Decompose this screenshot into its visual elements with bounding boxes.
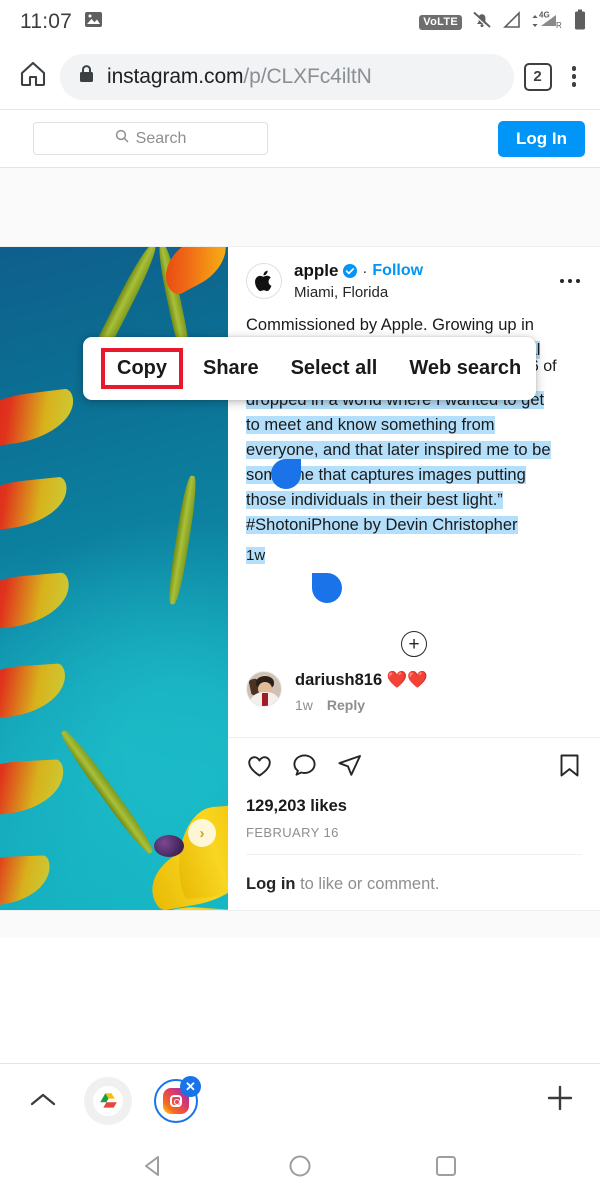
post-actions: 129,203 likes FEBRUARY 16 Log in to like… bbox=[228, 737, 600, 910]
comment-text-row: dariush816 ❤️❤️ bbox=[295, 671, 428, 690]
follow-button[interactable]: Follow bbox=[372, 262, 423, 280]
app-shortcut-drive[interactable] bbox=[84, 1076, 132, 1125]
status-bar-left: 11:07 bbox=[20, 10, 103, 34]
address-bar[interactable]: instagram.com/p/CLXFc4iltN bbox=[60, 53, 514, 100]
svg-text:4G: 4G bbox=[539, 10, 550, 19]
caption-line: to meet and know something from bbox=[246, 413, 582, 438]
login-prompt: Log in to like or comment. bbox=[246, 854, 582, 910]
login-prompt-link[interactable]: Log in bbox=[246, 875, 295, 893]
login-button[interactable]: Log In bbox=[498, 120, 585, 157]
context-menu-item-share[interactable]: Share bbox=[187, 348, 275, 389]
image-icon bbox=[84, 11, 103, 33]
page-body: › apple · Follow Miami, Florida Commissi… bbox=[0, 168, 600, 938]
address-bar-url: instagram.com/p/CLXFc4iltN bbox=[107, 65, 372, 89]
share-paperplane-icon[interactable] bbox=[336, 752, 363, 784]
url-path: /p/CLXFc4iltN bbox=[243, 64, 372, 88]
post-date: FEBRUARY 16 bbox=[246, 825, 339, 840]
context-menu-item-web-search[interactable]: Web search bbox=[393, 348, 537, 389]
search-placeholder: Search bbox=[135, 129, 187, 147]
signal-triangle-icon bbox=[502, 10, 522, 34]
context-menu-item-copy[interactable]: Copy bbox=[101, 348, 183, 389]
recents-square-icon[interactable] bbox=[433, 1153, 459, 1184]
browser-bottom-bar: ✕ bbox=[0, 1063, 600, 1137]
comment-meta: 1w Reply bbox=[295, 697, 428, 713]
home-icon[interactable] bbox=[16, 57, 50, 96]
search-input[interactable]: Search bbox=[33, 122, 268, 155]
comment-time: 1w bbox=[295, 697, 313, 713]
next-slide-button[interactable]: › bbox=[188, 819, 216, 847]
comment-body: dariush816 ❤️❤️ 1w Reply bbox=[295, 671, 428, 713]
comment-row: dariush816 ❤️❤️ 1w Reply bbox=[228, 657, 600, 723]
google-drive-icon bbox=[93, 1085, 123, 1116]
battery-icon bbox=[574, 9, 586, 36]
plus-circle-icon[interactable]: + bbox=[401, 631, 427, 657]
comment-bubble-icon[interactable] bbox=[291, 752, 318, 784]
url-domain: instagram.com bbox=[107, 64, 244, 88]
phone-screen: 11:07 VoLTE 4G R instagram.com/p/CLXFc4i… bbox=[0, 0, 600, 1200]
instagram-top-nav: Search Log In bbox=[0, 110, 600, 168]
caption-line: those individuals in their best light.” bbox=[246, 488, 582, 513]
verified-badge-icon bbox=[343, 264, 358, 278]
back-triangle-icon[interactable] bbox=[141, 1153, 167, 1184]
app-shortcut-instagram[interactable]: ✕ bbox=[154, 1075, 201, 1123]
action-icon-row bbox=[246, 752, 582, 784]
caption-line-text: to meet and know something from bbox=[246, 416, 495, 434]
caption-partial-top: Commissioned by Apple. Growing up in bbox=[246, 316, 534, 334]
more-options-icon[interactable] bbox=[556, 271, 585, 292]
chevron-up-icon[interactable] bbox=[24, 1087, 62, 1115]
lock-icon bbox=[78, 64, 95, 89]
svg-text:R: R bbox=[556, 21, 562, 30]
status-time: 11:07 bbox=[20, 10, 72, 33]
page-top-gap bbox=[0, 168, 600, 246]
mobile-data-4g-icon: 4G R bbox=[531, 10, 565, 35]
volte-badge: VoLTE bbox=[419, 14, 462, 30]
browser-toolbar: instagram.com/p/CLXFc4iltN 2 bbox=[0, 44, 600, 110]
home-circle-icon[interactable] bbox=[287, 1153, 313, 1184]
status-bar: 11:07 VoLTE 4G R bbox=[0, 0, 600, 44]
caption-timestamp-text: 1w bbox=[246, 547, 266, 564]
header-separator: · bbox=[362, 262, 368, 280]
status-bar-right: VoLTE 4G R bbox=[419, 9, 586, 36]
search-icon bbox=[115, 129, 129, 148]
caption-line-text: those individuals in their best light.” bbox=[246, 491, 503, 509]
android-navigation-bar bbox=[0, 1137, 600, 1200]
caption-timestamp: 1w bbox=[246, 547, 582, 564]
tab-counter-button[interactable]: 2 bbox=[523, 62, 552, 91]
comment-reply-button[interactable]: Reply bbox=[327, 697, 365, 713]
bell-muted-icon bbox=[471, 9, 493, 36]
commenter-avatar[interactable] bbox=[246, 671, 282, 707]
caption-line-text: everyone, and that later inspired me to … bbox=[246, 441, 551, 459]
bookmark-icon[interactable] bbox=[557, 752, 582, 784]
context-menu-item-select-all[interactable]: Select all bbox=[275, 348, 394, 389]
plus-icon[interactable] bbox=[544, 1082, 576, 1120]
post-location[interactable]: Miami, Florida bbox=[294, 284, 423, 301]
post-username[interactable]: apple bbox=[294, 261, 338, 281]
close-icon[interactable]: ✕ bbox=[180, 1075, 201, 1097]
likes-count: 129,203 likes bbox=[246, 797, 347, 815]
post-header-row: apple · Follow bbox=[294, 261, 423, 281]
selection-handle-end[interactable] bbox=[312, 573, 342, 603]
heart-icon[interactable] bbox=[246, 752, 273, 784]
post-header-text: apple · Follow Miami, Florida bbox=[294, 261, 423, 301]
apple-logo-avatar[interactable] bbox=[246, 263, 282, 299]
text-selection-context-menu: Copy Share Select all Web search bbox=[83, 337, 536, 400]
post-header: apple · Follow Miami, Florida bbox=[228, 247, 600, 313]
login-prompt-rest: to like or comment. bbox=[295, 875, 440, 893]
caption-line: #ShotoniPhone by Devin Christopher bbox=[246, 513, 582, 538]
caption-line-text: #ShotoniPhone by Devin Christopher bbox=[246, 516, 518, 534]
comment-text: ❤️❤️ bbox=[386, 671, 428, 689]
comment-username[interactable]: dariush816 bbox=[295, 671, 382, 689]
kebab-menu-icon[interactable] bbox=[562, 60, 587, 93]
selection-handle-start[interactable] bbox=[271, 459, 301, 489]
